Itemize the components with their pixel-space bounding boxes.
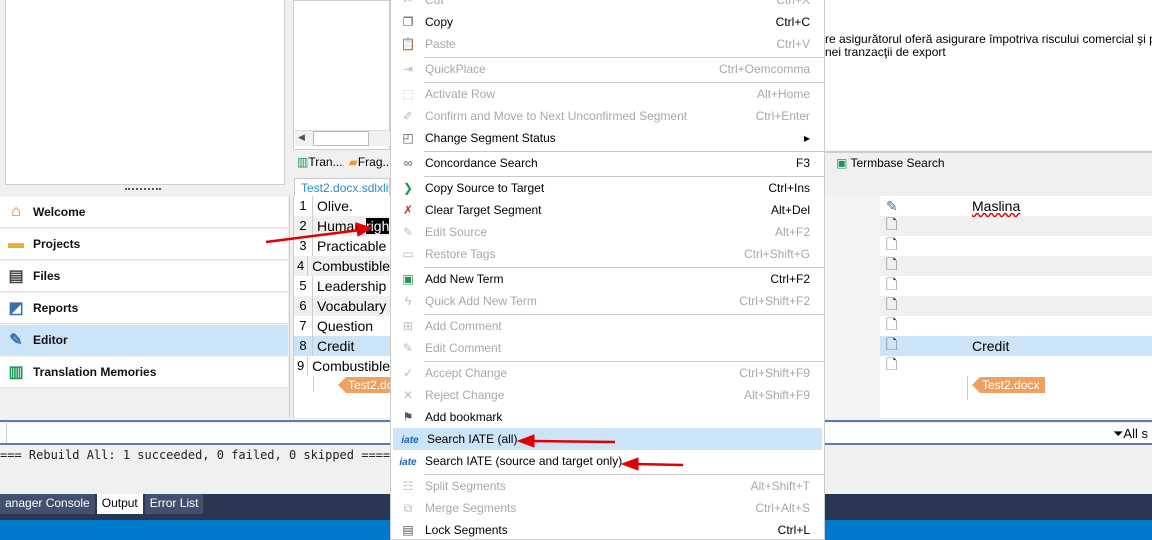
arrow-annotation bbox=[265, 228, 361, 244]
annotation-arrows bbox=[265, 222, 684, 471]
arrow-annotation bbox=[529, 439, 616, 444]
arrow-annotation bbox=[633, 462, 684, 467]
arrow-annotation bbox=[516, 434, 535, 448]
arrow-annotation bbox=[620, 457, 639, 471]
arrow-annotation bbox=[355, 222, 374, 237]
